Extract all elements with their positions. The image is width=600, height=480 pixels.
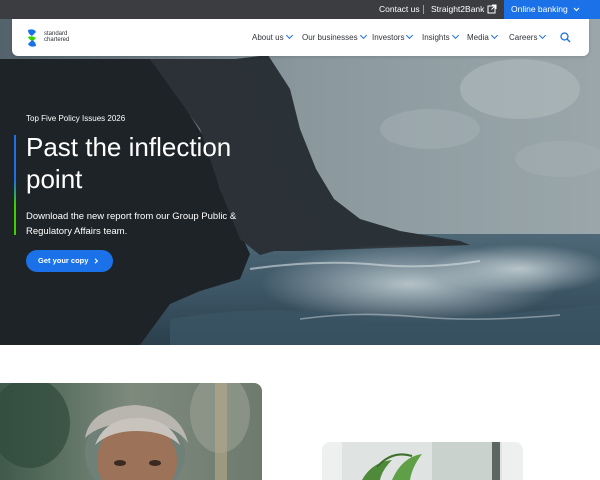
nav-item-about-us[interactable]: About us: [252, 19, 293, 56]
logo-wordmark[interactable]: standard chartered: [44, 31, 69, 43]
utility-divider: [423, 5, 424, 14]
chevron-down-icon: [406, 31, 414, 40]
nav-item-label: Insights: [422, 33, 450, 42]
nav-item-careers[interactable]: Careers: [509, 19, 547, 56]
chevron-down-icon: [573, 7, 580, 12]
chevron-down-icon: [539, 31, 547, 40]
nav-item-insights[interactable]: Insights: [422, 19, 459, 56]
utility-bar: Contact us Straight2Bank Online banking: [0, 0, 600, 19]
nav-item-label: Our businesses: [302, 33, 358, 42]
cta-label: Get your copy: [38, 256, 89, 265]
get-your-copy-button[interactable]: Get your copy: [26, 250, 113, 272]
chevron-down-icon: [359, 31, 367, 40]
logo-line-2: chartered: [44, 37, 70, 43]
content-section: [0, 345, 600, 480]
nav-item-investors[interactable]: Investors: [372, 19, 414, 56]
nav-item-media[interactable]: Media: [467, 19, 498, 56]
hero-eyebrow: Top Five Policy Issues 2026: [26, 114, 126, 123]
plant-photo: [322, 442, 523, 480]
chevron-down-icon: [451, 31, 459, 40]
straight2bank-link[interactable]: Straight2Bank: [431, 0, 484, 19]
external-link-icon[interactable]: [487, 4, 497, 14]
standard-chartered-logo-icon[interactable]: [26, 28, 38, 48]
nav-item-label: About us: [252, 33, 284, 42]
contact-us-link[interactable]: Contact us: [379, 0, 420, 19]
chevron-down-icon: [285, 31, 293, 40]
search-icon[interactable]: [560, 32, 571, 43]
main-navigation: standard chartered About us Our business…: [12, 19, 589, 56]
nav-item-label: Investors: [372, 33, 405, 42]
hero-description: Download the new report from our Group P…: [26, 211, 237, 237]
chevron-right-icon: [94, 258, 99, 264]
nav-item-label: Careers: [509, 33, 538, 42]
portrait-photo: [0, 383, 262, 480]
online-banking-button[interactable]: Online banking: [504, 0, 600, 19]
online-banking-label: Online banking: [511, 4, 568, 14]
hero-headline: Past the inflection point: [26, 132, 232, 194]
chevron-down-icon: [490, 31, 498, 40]
hero-accent-bar: [14, 135, 16, 235]
nav-item-label: Media: [467, 33, 489, 42]
nav-item-our-businesses[interactable]: Our businesses: [302, 19, 367, 56]
